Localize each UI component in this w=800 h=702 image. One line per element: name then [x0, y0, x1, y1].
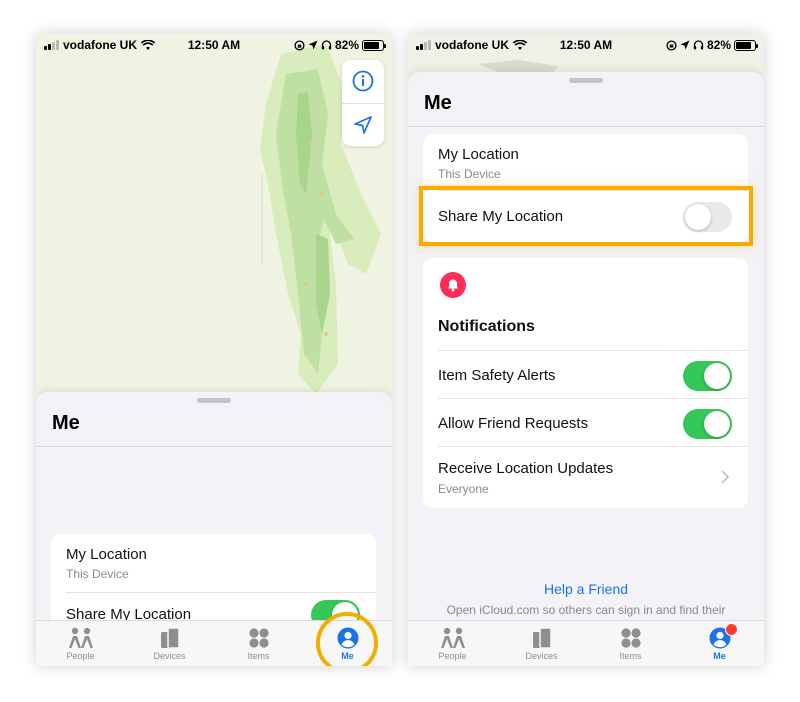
tab-people[interactable]: People [408, 621, 497, 666]
signal-icon [416, 40, 431, 50]
tab-devices[interactable]: Devices [497, 621, 586, 666]
friend-requests-label: Allow Friend Requests [438, 415, 589, 432]
friend-requests-toggle[interactable] [683, 409, 732, 439]
battery-fill [736, 41, 751, 49]
map-controls [342, 60, 384, 146]
sheet-grabber[interactable] [197, 398, 231, 403]
headphones-icon [321, 40, 332, 50]
tab-items[interactable]: Items [586, 621, 675, 666]
notifications-heading: Notifications [438, 318, 535, 335]
my-location-subtitle: This Device [438, 167, 501, 181]
carrier-name: vodafone UK [63, 38, 138, 52]
tab-label-me: Me [713, 651, 726, 661]
tab-label-people: People [438, 651, 467, 661]
orientation-lock-icon [666, 39, 677, 51]
location-updates-row[interactable]: Receive Location Updates Everyone [423, 447, 748, 508]
tab-label-items: Items [619, 651, 642, 661]
sheet-title: Me [52, 412, 80, 434]
tab-label-devices: Devices [525, 651, 558, 661]
share-location-highlight [419, 186, 753, 246]
tab-label-devices: Devices [153, 651, 186, 661]
me-tab-highlight [316, 612, 378, 666]
tab-devices[interactable]: Devices [125, 621, 214, 666]
chevron-right-icon [721, 470, 729, 484]
navigation-arrow-icon [354, 115, 372, 134]
location-updates-value: Everyone [438, 482, 489, 496]
carrier-name: vodafone UK [435, 38, 510, 52]
location-arrow-icon [308, 40, 318, 50]
battery-icon [362, 39, 386, 51]
signal-icon [44, 40, 59, 50]
orientation-lock-icon [294, 39, 305, 51]
info-button[interactable] [342, 60, 384, 103]
wifi-icon [141, 39, 156, 50]
items-icon [620, 628, 641, 648]
battery-icon [734, 39, 758, 51]
tab-label-people: People [66, 651, 95, 661]
people-icon [440, 627, 465, 648]
left-phone-screen: vodafone UK 12:50 AM 82% Me My Location … [36, 34, 392, 666]
location-arrow-icon [680, 40, 690, 50]
battery-fill [364, 41, 379, 49]
bell-icon [440, 272, 466, 298]
notifications-card: Notifications Item Safety Alerts Allow F… [423, 258, 748, 508]
status-bar: vodafone UK 12:50 AM 82% [408, 34, 764, 56]
item-safety-label: Item Safety Alerts [438, 367, 556, 384]
location-updates-label: Receive Location Updates [438, 460, 614, 477]
sheet-grabber[interactable] [569, 78, 603, 83]
help-a-friend-link[interactable]: Help a Friend [408, 581, 764, 597]
info-icon [352, 70, 374, 92]
my-location-subtitle: This Device [66, 567, 129, 581]
headphones-icon [693, 40, 704, 50]
locate-button[interactable] [342, 103, 384, 146]
battery-percent: 82% [706, 38, 731, 52]
item-safety-toggle[interactable] [683, 361, 732, 391]
people-icon [68, 627, 93, 648]
battery-percent: 82% [334, 38, 359, 52]
notification-badge [725, 623, 738, 636]
tab-items[interactable]: Items [214, 621, 303, 666]
me-sheet-expanded[interactable]: Me My Location This Device Share My Loca… [408, 72, 764, 666]
tab-people[interactable]: People [36, 621, 125, 666]
my-location-title: My Location [438, 146, 519, 163]
tab-me[interactable]: Me [675, 621, 764, 666]
sheet-title: Me [424, 92, 452, 114]
tab-label-items: Items [247, 651, 270, 661]
status-bar: vodafone UK 12:50 AM 82% [36, 34, 392, 56]
devices-icon [160, 627, 180, 649]
wifi-icon [513, 39, 528, 50]
tab-bar: People Devices Items Me [408, 620, 764, 666]
my-location-title: My Location [66, 546, 147, 563]
right-phone-screen: vodafone UK 12:50 AM 82% Me My Location … [408, 34, 764, 666]
items-icon [248, 628, 269, 648]
devices-icon [532, 627, 552, 649]
